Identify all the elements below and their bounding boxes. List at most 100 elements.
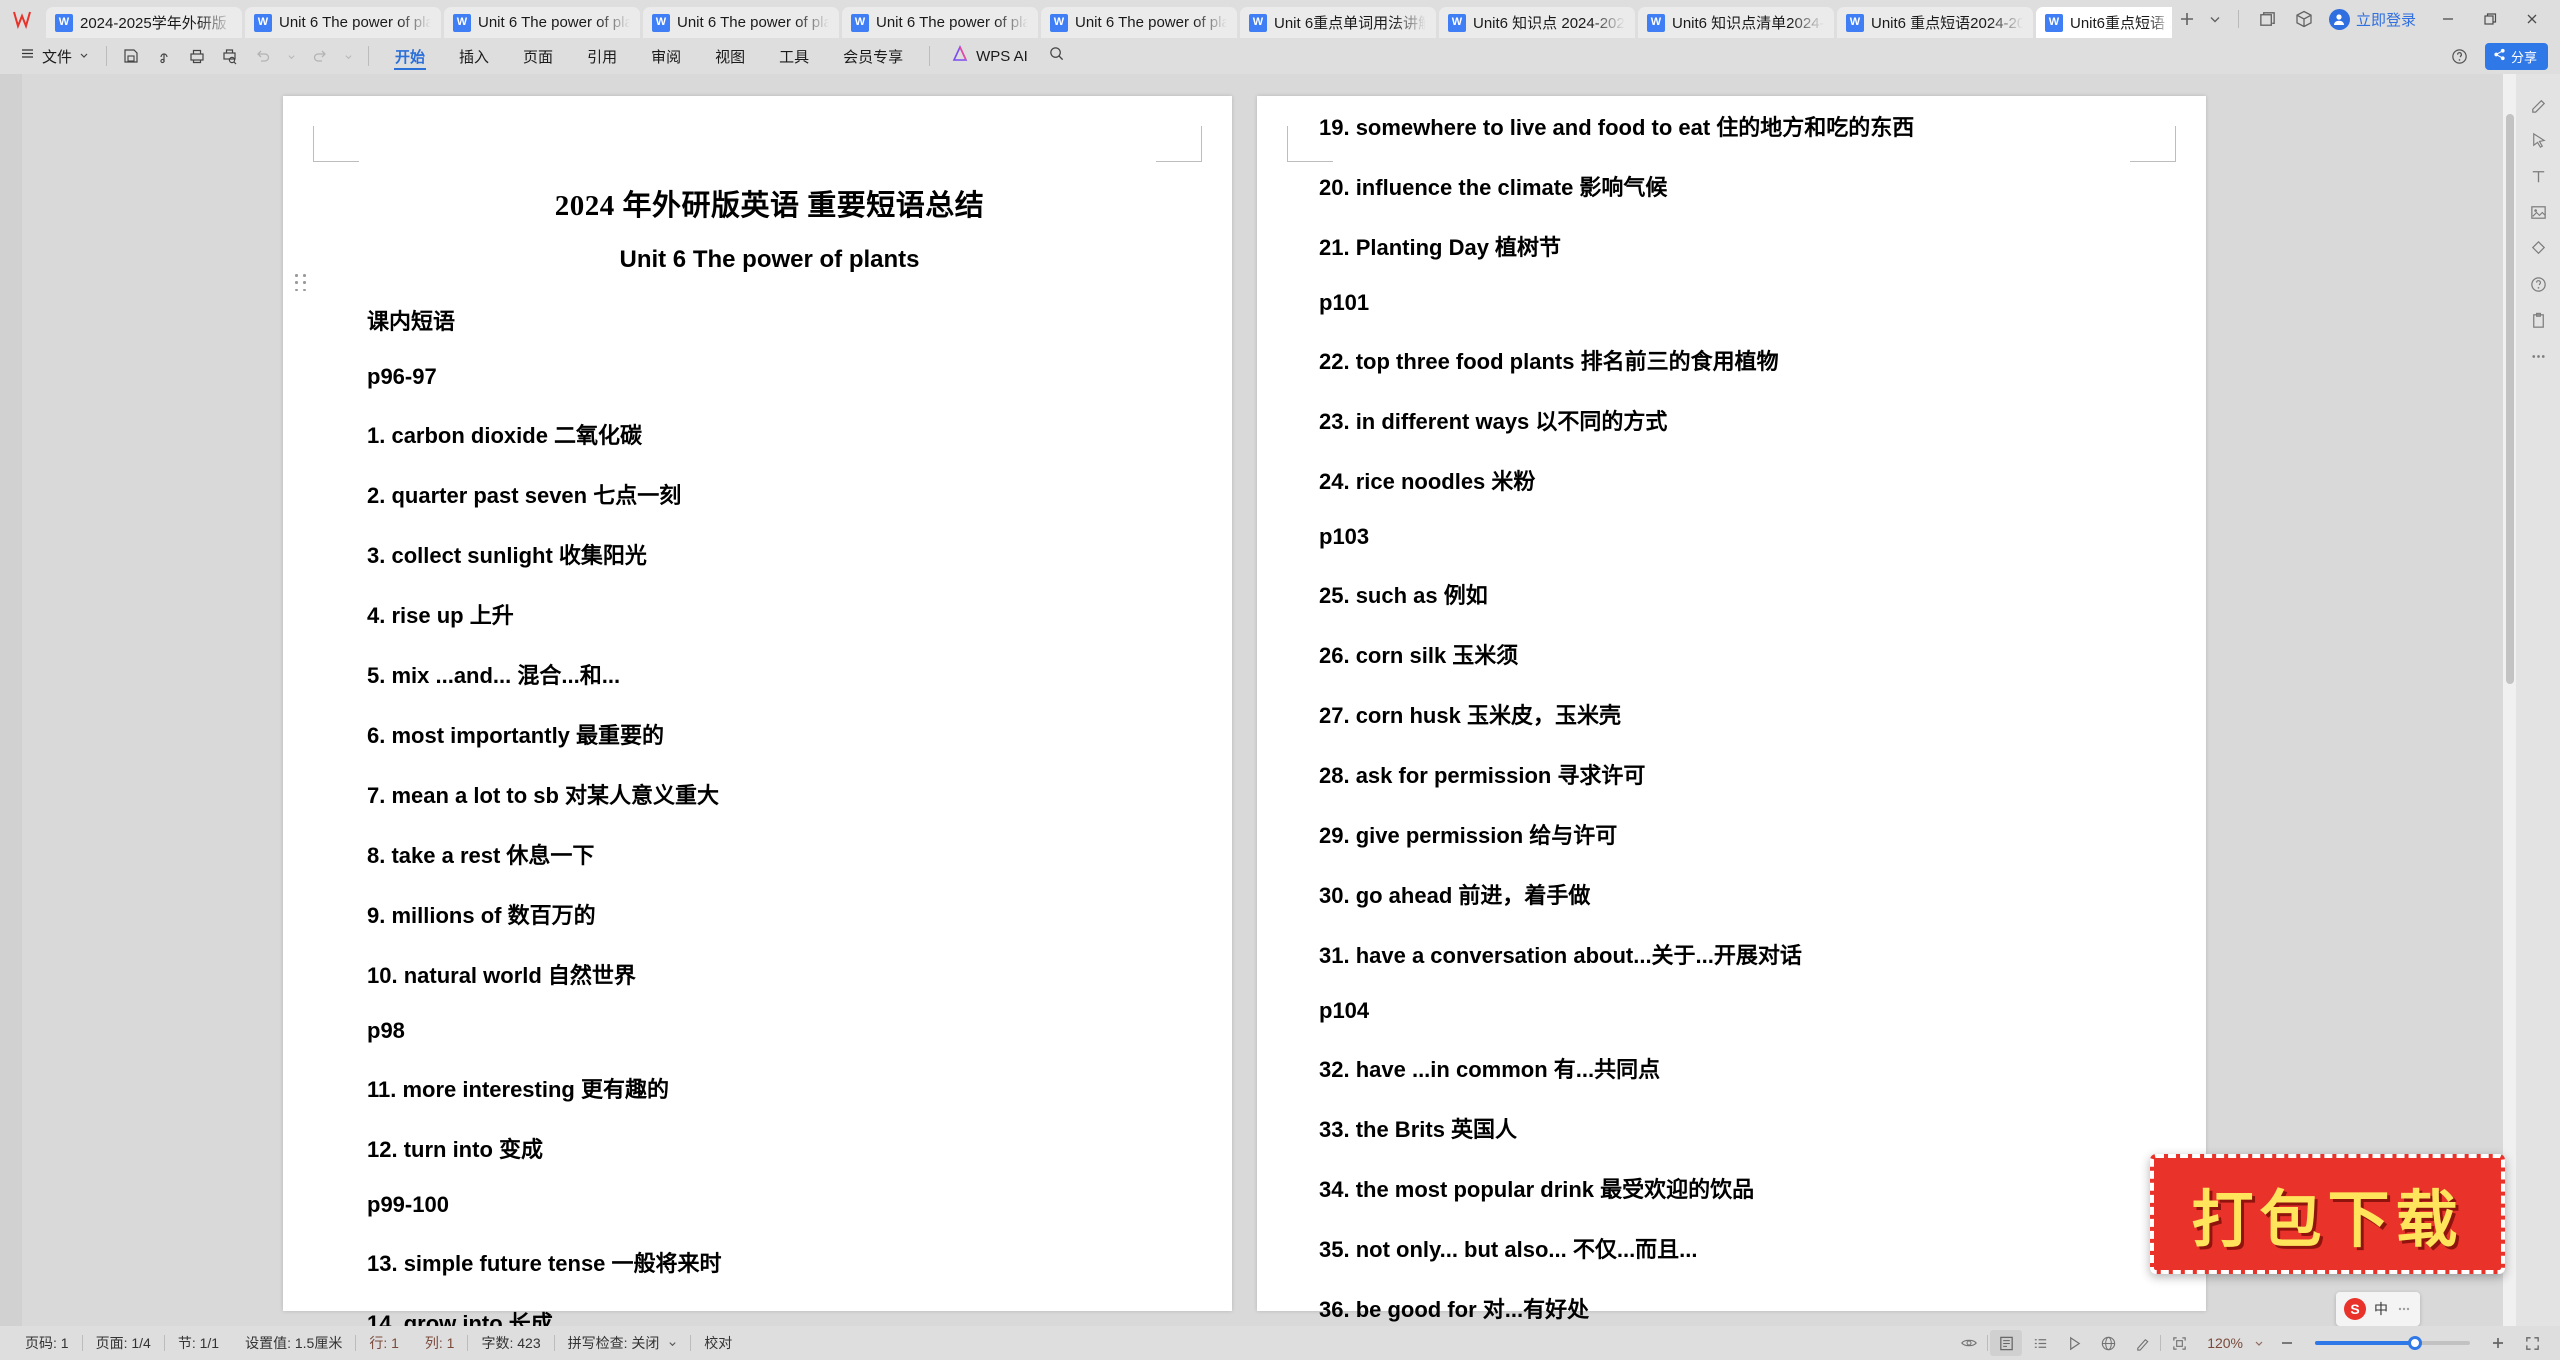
phrase-item: 8. take a rest 休息一下 — [367, 843, 595, 868]
ribbon-tab-视图[interactable]: 视图 — [698, 38, 762, 74]
phrase-item: 13. simple future tense 一般将来时 — [367, 1251, 722, 1276]
tab-list-chevron-down-icon[interactable] — [2204, 2, 2226, 36]
print-icon[interactable] — [182, 42, 212, 70]
document-tab-label: Unit 6 The power of plants — [279, 14, 431, 31]
help-circle-icon[interactable] — [2522, 268, 2554, 300]
ribbon-tab-strip[interactable]: 开始 插入 页面 引用 审阅 视图 工具 会员专享 — [378, 38, 920, 74]
document-tab[interactable]: W Unit 6 The power of plants — [245, 7, 441, 38]
document-tab-strip[interactable]: W 2024-2025学年外研版（20 W Unit 6 The power of p… — [46, 0, 2172, 38]
zoom-slider[interactable] — [2315, 1336, 2470, 1350]
restore-button[interactable] — [2470, 2, 2510, 36]
document-tab[interactable]: W 2024-2025学年外研版（20 — [46, 7, 242, 38]
wps-ai-icon — [951, 45, 969, 67]
undo-icon[interactable] — [248, 42, 278, 70]
divider — [1987, 1335, 1989, 1351]
word-doc-icon: W — [851, 13, 869, 32]
help-icon[interactable] — [2445, 42, 2475, 70]
document-tab[interactable]: W Unit 6 The power of plants — [444, 7, 640, 38]
document-section-label: p104 — [1319, 998, 1370, 1023]
save-icon[interactable] — [116, 42, 146, 70]
text-tool-icon[interactable] — [2522, 160, 2554, 192]
reading-view-icon[interactable] — [2058, 1330, 2090, 1356]
print-preview-icon[interactable] — [215, 42, 245, 70]
document-tab[interactable]: W Unit6 重点短语2024-2025学 — [1837, 7, 2033, 38]
wps-logo-icon[interactable] — [0, 0, 46, 38]
word-doc-icon: W — [1249, 13, 1267, 32]
document-tab[interactable]: W Unit6 知识点清单2024-202 — [1638, 7, 1834, 38]
zoom-level-label[interactable]: 120% — [2197, 1335, 2247, 1351]
ribbon-tab-会员专享[interactable]: 会员专享 — [826, 38, 920, 74]
document-tab[interactable]: W Unit 6 The power of plants — [643, 7, 839, 38]
ribbon-tab-审阅[interactable]: 审阅 — [634, 38, 698, 74]
page-container: 2024 年外研版英语 重要短语总结 Unit 6 The power of p… — [283, 96, 2206, 1326]
cloud-sync-icon[interactable] — [149, 42, 179, 70]
edit-pen-icon[interactable] — [2522, 88, 2554, 120]
fullscreen-button[interactable] — [2516, 1330, 2548, 1356]
wps-ai-button[interactable]: WPS AI — [939, 45, 1040, 67]
phrase-item: 11. more interesting 更有趣的 — [367, 1077, 669, 1102]
undo-caret-icon[interactable] — [281, 42, 302, 70]
eye-icon[interactable] — [1953, 1330, 1985, 1356]
status-spellcheck-label: 拼写检查: 关闭 — [567, 1335, 660, 1351]
ribbon-tab-页面[interactable]: 页面 — [506, 38, 570, 74]
document-page-right[interactable]: 19. somewhere to live and food to eat 住的… — [1257, 96, 2206, 1322]
chevron-down-icon[interactable] — [668, 1335, 677, 1351]
phrase-item: 35. not only... but also... 不仅...而且... — [1319, 1237, 1698, 1262]
highlight-pen-icon[interactable] — [2126, 1330, 2158, 1356]
more-options-icon[interactable] — [2522, 340, 2554, 372]
phrase-item: 30. go ahead 前进，着手做 — [1319, 883, 1591, 908]
chevron-down-icon — [79, 47, 89, 65]
phrase-item: 1. carbon dioxide 二氧化碳 — [367, 423, 643, 448]
zoom-out-button[interactable] — [2271, 1330, 2303, 1356]
ribbon-tab-开始[interactable]: 开始 — [378, 38, 442, 74]
close-button[interactable] — [2512, 2, 2552, 36]
document-tab[interactable]: W Unit6重点短语 2024 — [2036, 7, 2172, 38]
ime-toolbar[interactable]: S 中 — [2336, 1292, 2420, 1326]
zoom-in-button[interactable] — [2482, 1330, 2514, 1356]
clipboard-icon[interactable] — [2522, 304, 2554, 336]
ribbon-tab-工具[interactable]: 工具 — [762, 38, 826, 74]
workspace-icon[interactable] — [2251, 2, 2285, 36]
vertical-scrollbar[interactable] — [2503, 74, 2516, 1326]
minimize-button[interactable] — [2428, 2, 2468, 36]
document-tab[interactable]: W Unit 6 The power of plants — [1041, 7, 1237, 38]
status-column: 列: 1 — [424, 1335, 455, 1351]
login-button[interactable]: 立即登录 — [2323, 8, 2422, 30]
word-doc-icon: W — [1050, 13, 1068, 32]
status-spellcheck[interactable]: 拼写检查: 关闭 — [555, 1333, 691, 1353]
paragraph-handle[interactable] — [295, 274, 308, 291]
customize-caret-icon[interactable] — [338, 42, 359, 70]
image-tool-icon[interactable] — [2522, 196, 2554, 228]
share-button[interactable]: 分享 — [2484, 42, 2548, 70]
phrase-item: 29. give permission 给与许可 — [1319, 823, 1618, 848]
shapes-tool-icon[interactable] — [2522, 232, 2554, 264]
redo-icon[interactable] — [305, 42, 335, 70]
document-workspace[interactable]: 2024 年外研版英语 重要短语总结 Unit 6 The power of p… — [0, 74, 2560, 1326]
status-section: 节: 1/1 — [177, 1335, 220, 1351]
phrase-item: 2. quarter past seven 七点一刻 — [367, 483, 682, 508]
zoom-chevron-down-icon[interactable] — [2249, 1330, 2269, 1356]
zoom-slider-handle[interactable] — [2408, 1336, 2422, 1350]
ribbon-search-button[interactable] — [1040, 45, 1073, 67]
fit-page-icon[interactable] — [2163, 1330, 2195, 1356]
page-body-right: 19. somewhere to live and food to eat 住的… — [1319, 110, 2146, 1326]
cursor-select-icon[interactable] — [2522, 124, 2554, 156]
ribbon-tab-引用[interactable]: 引用 — [570, 38, 634, 74]
scrollbar-thumb[interactable] — [2506, 114, 2514, 684]
new-tab-button[interactable] — [2172, 2, 2202, 36]
phrase-item: 31. have a conversation about...关于...开展对… — [1319, 943, 1802, 968]
status-proofread-button[interactable]: 校对 — [691, 1333, 745, 1353]
ime-tools-icon[interactable] — [2396, 1301, 2412, 1317]
page-layout-view-icon[interactable] — [1990, 1330, 2023, 1356]
box-icon[interactable] — [2287, 2, 2321, 36]
ime-mode-label[interactable]: 中 — [2374, 1299, 2388, 1319]
document-tab[interactable]: W Unit 6 The power of plants — [842, 7, 1038, 38]
share-icon — [2493, 48, 2506, 64]
ribbon-tab-插入[interactable]: 插入 — [442, 38, 506, 74]
file-menu-button[interactable]: 文件 — [10, 42, 97, 70]
document-tab[interactable]: W Unit 6重点单词用法讲解202 — [1240, 7, 1436, 38]
document-page-left[interactable]: 2024 年外研版英语 重要短语总结 Unit 6 The power of p… — [283, 96, 1232, 1326]
outline-view-icon[interactable] — [2024, 1330, 2056, 1356]
document-tab[interactable]: W Unit6 知识点 2024-2025学 — [1439, 7, 1635, 38]
web-view-icon[interactable] — [2092, 1330, 2124, 1356]
